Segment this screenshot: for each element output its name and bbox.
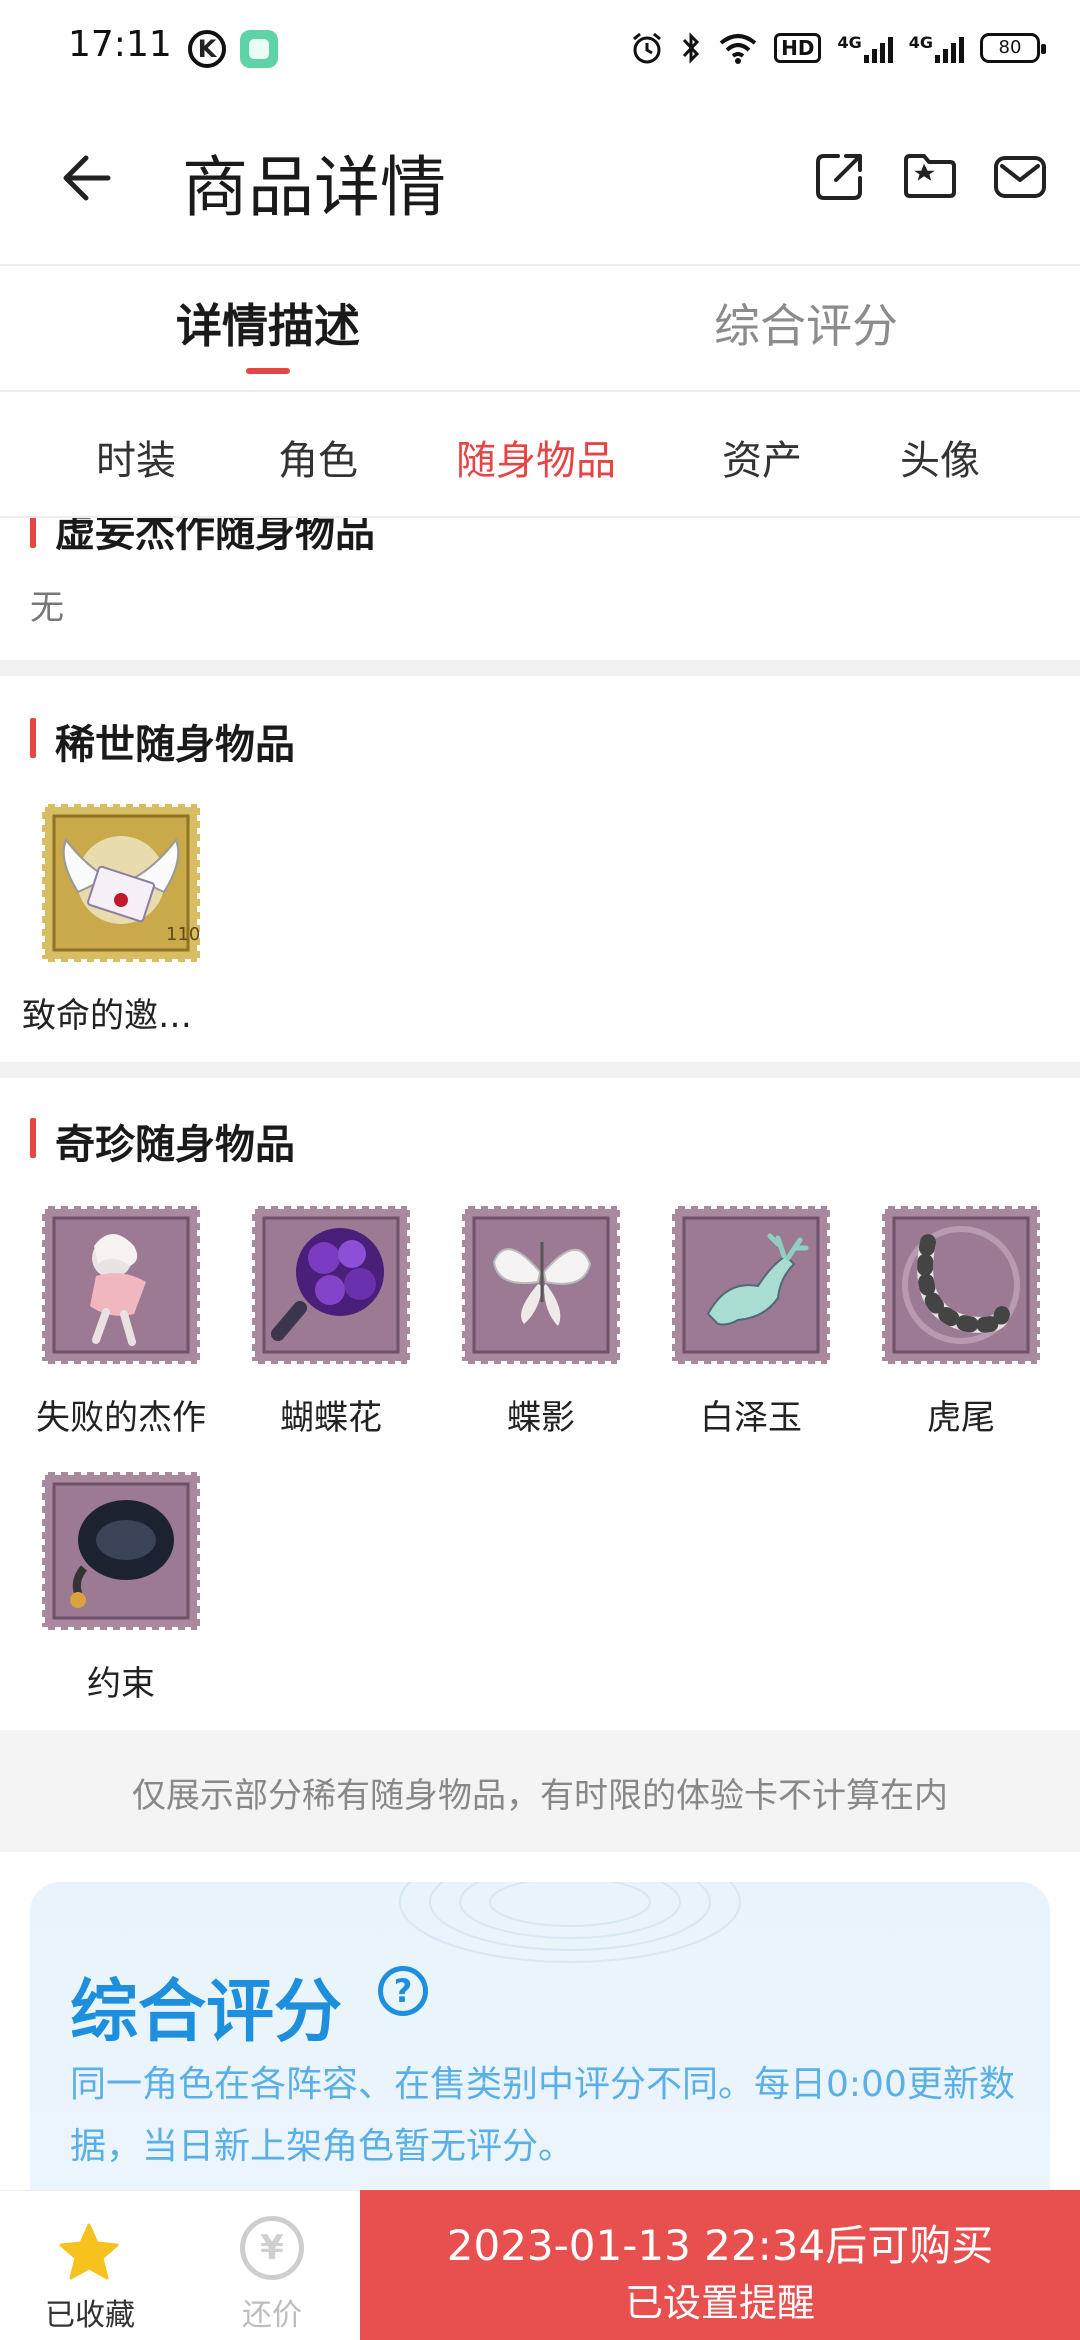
tabs-divider — [0, 390, 1080, 392]
network-label-1: 4G — [837, 33, 862, 52]
section-title-masterpiece: 虚妄杰作随身物品 — [55, 518, 375, 554]
purple-flower-stamp-icon[interactable] — [248, 1202, 414, 1368]
subtab-costume[interactable]: 时装 — [96, 428, 176, 486]
hd-badge: HD — [774, 33, 822, 63]
jade-deer-stamp-icon[interactable] — [668, 1202, 834, 1368]
buy-button[interactable]: 2023-01-13 22:34后可购买 已设置提醒 — [360, 2190, 1080, 2340]
reminder-set-text: 已设置提醒 — [624, 2281, 815, 2325]
alarm-icon — [633, 32, 662, 64]
k-badge-icon: K — [188, 30, 226, 68]
subtab-character[interactable]: 角色 — [278, 428, 358, 486]
butterfly-stamp-icon[interactable] — [458, 1202, 624, 1368]
section-gap — [0, 660, 1080, 676]
battery-indicator: 80 — [980, 33, 1046, 63]
header-divider — [0, 264, 1080, 266]
bluetooth-icon — [683, 32, 700, 64]
winged-letter-stamp-icon[interactable]: 110 — [38, 800, 204, 966]
app-notification-icon — [240, 30, 278, 68]
yen-icon[interactable]: ¥ — [240, 2216, 304, 2280]
section-gap-2 — [0, 1062, 1080, 1078]
favorite-label[interactable]: 已收藏 — [30, 2290, 150, 2334]
item-label-treasure-1: 蝴蝶花 — [280, 1398, 382, 1438]
score-description: 同一角色在各阵容、在售类别中评分不同。每日0:00更新数据，当日新上架角色暂无评… — [70, 2064, 1015, 2167]
doll-stamp-icon[interactable] — [38, 1202, 204, 1368]
item-label-rare-0: 致命的邀… — [22, 996, 192, 1036]
signal-icon — [863, 33, 893, 63]
tiger-tail-stamp-icon[interactable] — [878, 1202, 1044, 1368]
subtab-avatar[interactable]: 头像 — [900, 428, 980, 486]
tab-overall-score[interactable]: 综合评分 — [714, 290, 898, 356]
item-label-treasure-3: 白泽玉 — [700, 1398, 802, 1438]
page-title: 商品详情 — [182, 149, 446, 226]
help-icon[interactable]: ? — [378, 1966, 428, 2016]
wifi-icon — [719, 34, 757, 64]
tab-details[interactable]: 详情描述 — [176, 290, 360, 356]
chain-restraint-stamp-icon[interactable] — [38, 1468, 204, 1634]
section-accent-bar-rare — [30, 718, 36, 758]
status-icons: HD 4G 4G 80 — [630, 26, 1046, 70]
section-accent-bar — [30, 518, 36, 548]
status-time: 17:11 — [68, 24, 172, 65]
active-tab-indicator — [246, 368, 290, 374]
section-title-rare: 稀世随身物品 — [55, 722, 295, 768]
svg-text:110: 110 — [166, 924, 200, 945]
accessories-note: 仅展示部分稀有随身物品，有时限的体验卡不计算在内 — [132, 1776, 948, 1816]
subtab-assets[interactable]: 资产 — [722, 428, 802, 486]
signal-icon-2 — [935, 33, 964, 63]
back-arrow-icon[interactable] — [52, 146, 116, 210]
subtab-accessories[interactable]: 随身物品 — [456, 428, 616, 486]
partial-section-header: 虚妄杰作随身物品 — [0, 518, 1080, 554]
star-icon[interactable] — [56, 2220, 122, 2286]
folder-star-icon[interactable] — [902, 148, 958, 204]
network-label-2: 4G — [908, 33, 933, 52]
empty-text: 无 — [30, 588, 64, 628]
item-label-treasure-2: 蝶影 — [507, 1398, 575, 1438]
section-accent-bar-treasure — [30, 1118, 36, 1158]
item-label-treasure-4: 虎尾 — [927, 1398, 995, 1438]
bargain-label[interactable]: 还价 — [212, 2290, 332, 2334]
item-label-treasure-5: 约束 — [87, 1664, 155, 1704]
buy-time-text: 2023-01-13 22:34后可购买 — [446, 2221, 994, 2270]
item-label-treasure-0: 失败的杰作 — [36, 1398, 206, 1438]
signal-group-2: 4G — [909, 33, 964, 63]
section-title-treasure: 奇珍随身物品 — [55, 1122, 295, 1168]
signal-group-1: 4G — [837, 33, 893, 63]
share-icon[interactable] — [812, 148, 868, 204]
score-title: 综合评分 — [70, 1973, 343, 2052]
mail-icon[interactable] — [992, 148, 1048, 204]
status-bar: 17:11 K HD 4G 4G 80 — [0, 0, 1080, 96]
app-header: 商品详情 — [0, 96, 1080, 266]
